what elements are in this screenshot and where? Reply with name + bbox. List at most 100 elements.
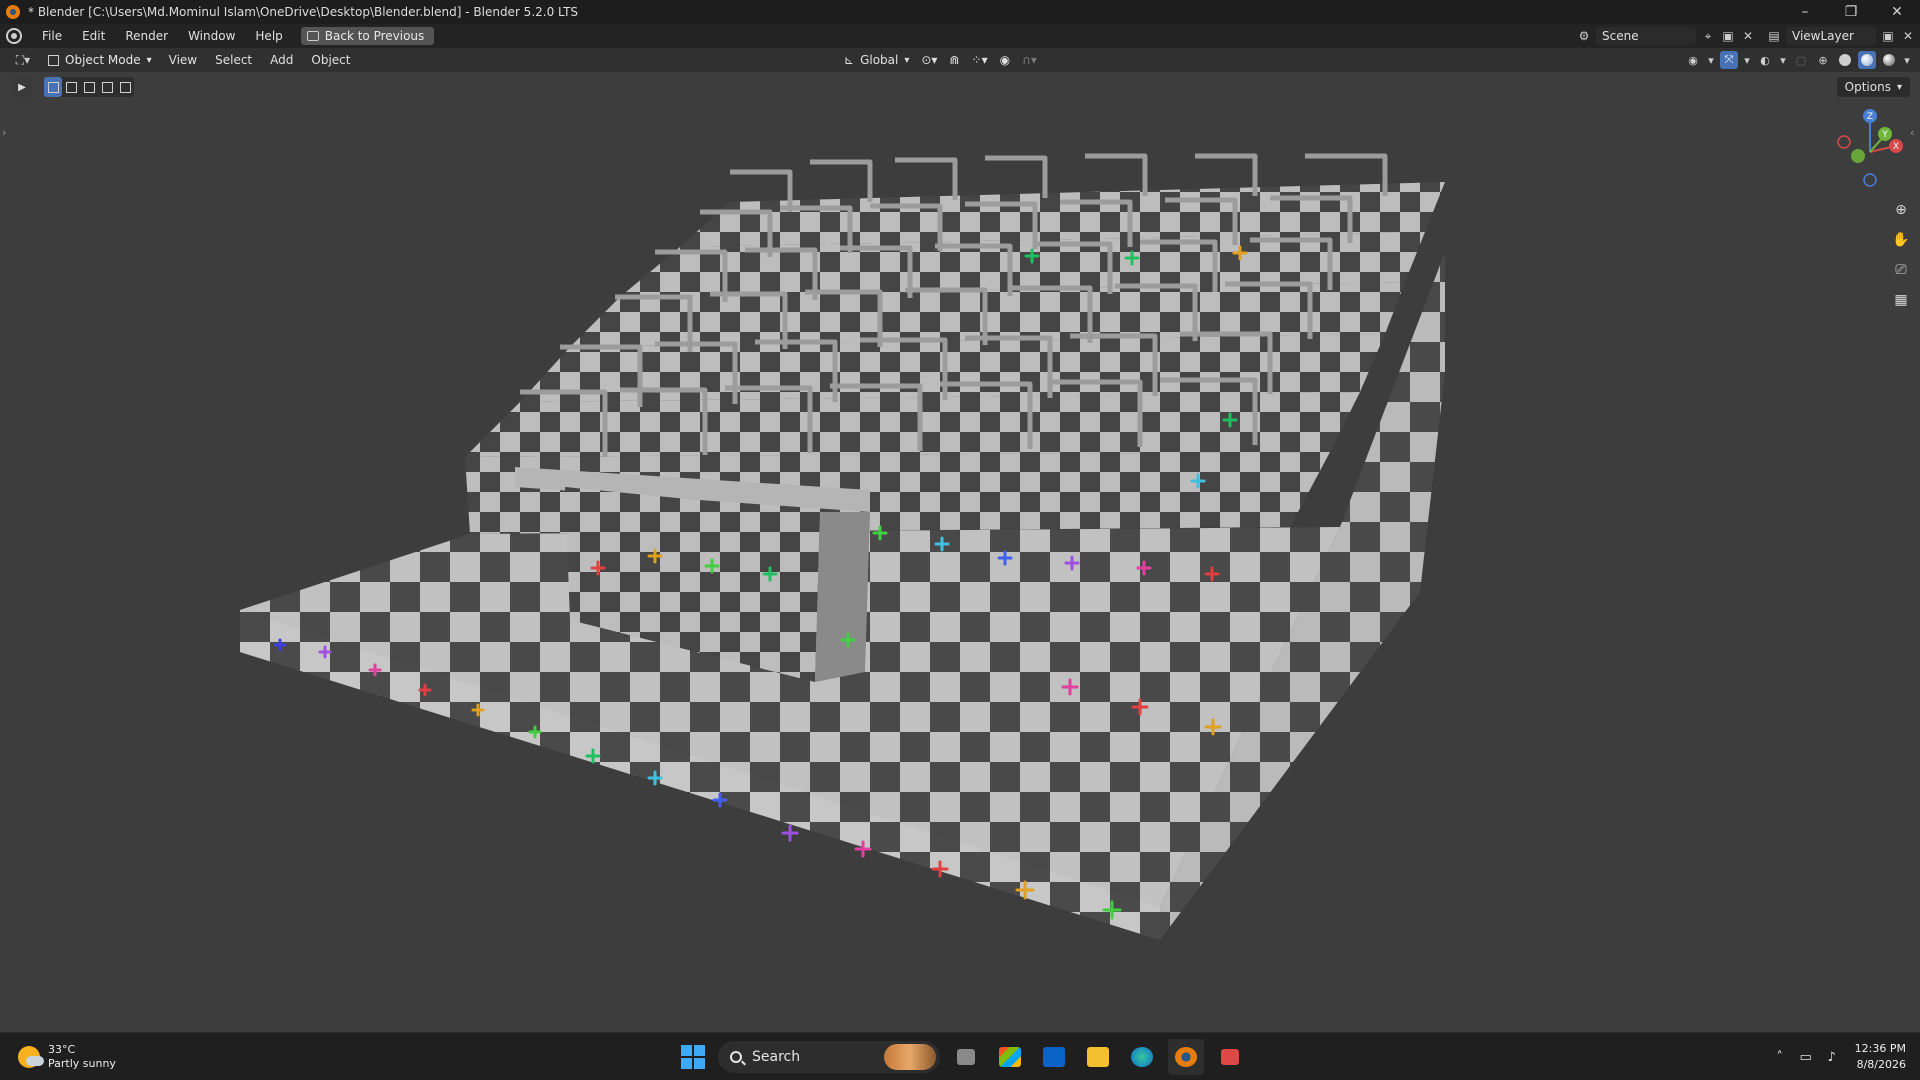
delete-view-layer-icon[interactable]: ✕ [1900,29,1916,43]
snap-target-icon[interactable]: ⁘▾ [966,50,994,70]
weather-description: Partly sunny [48,1057,116,1070]
view-layer-field[interactable]: ViewLayer [1786,27,1876,45]
view-layer-icon[interactable]: ▤ [1766,29,1782,43]
menu-render[interactable]: Render [115,24,178,48]
gizmo-toggle-icon[interactable]: ⤧ [1720,51,1738,69]
wireframe-shading-icon[interactable]: ⊕ [1814,51,1832,69]
overlay-toggle-icon[interactable]: ◐ [1756,51,1774,69]
pan-hand-icon[interactable]: ✋ [1890,229,1912,251]
pivot-point-icon[interactable]: ⊙▾ [915,50,943,70]
transform-tools: ⊾ Global ▾ ⊙▾ ⋒ ⁘▾ ◉ ∩▾ [838,48,1043,72]
proportional-edit-icon[interactable]: ◉ [994,50,1016,70]
select-new-icon[interactable] [44,77,62,97]
options-label: Options [1844,80,1891,94]
delete-scene-icon[interactable]: ✕ [1740,29,1756,43]
perspective-grid-icon[interactable]: ▦ [1890,289,1912,311]
menu-window[interactable]: Window [178,24,245,48]
menu-view[interactable]: View [160,53,206,67]
options-dropdown[interactable]: Options ▾ [1836,77,1910,97]
chevron-down-icon[interactable]: ▾ [1902,51,1912,69]
volume-icon[interactable]: ♪ [1821,1046,1843,1068]
microsoft-store-icon[interactable] [992,1039,1028,1075]
taskbar-apps: Search [676,1039,1248,1075]
file-explorer-icon[interactable] [1080,1039,1116,1075]
3d-viewport[interactable]: › ‹ Z X Y ⊕ ✋ ⎚ ▦ [0,72,1920,1032]
selection-mode-buttons [44,77,134,97]
editor-type-icon[interactable]: ⛶▾ [8,50,38,70]
close-button[interactable]: ✕ [1874,0,1920,24]
pin-icon[interactable]: ⌖ [1700,29,1716,43]
outlook-icon[interactable] [1036,1039,1072,1075]
view-layer-name: ViewLayer [1792,29,1854,43]
solid-shading-icon[interactable] [1836,51,1854,69]
taskbar-search[interactable]: Search [718,1041,940,1073]
visibility-icon[interactable]: ◉ [1684,51,1702,69]
windows-taskbar: 33°C Partly sunny Search ˄ ▭ ♪ 12:36 PM … [0,1032,1920,1080]
clock-time: 12:36 PM [1854,1042,1906,1055]
chevron-down-icon[interactable]: ▾ [1778,51,1788,69]
scene-icon[interactable]: ⚙ [1576,29,1592,43]
blender-logo-icon [6,5,20,19]
minimize-button[interactable]: – [1782,0,1828,24]
scene-render [240,153,1445,940]
transform-orientation-dropdown[interactable]: ⊾ Global ▾ [838,50,915,70]
select-tool-icon[interactable]: ▶ [12,77,32,97]
window-title-bar: * Blender [C:\Users\Md.Mominul Islam\One… [0,0,1920,24]
zoom-icon[interactable]: ⊕ [1890,199,1912,221]
select-intersect-icon[interactable] [116,77,134,97]
menu-file[interactable]: File [32,24,72,48]
menu-edit[interactable]: Edit [72,24,115,48]
edge-browser-icon[interactable] [1124,1039,1160,1075]
blender-taskbar-icon[interactable] [1168,1039,1204,1075]
restore-button[interactable]: ❐ [1828,0,1874,24]
back-to-previous-button[interactable]: Back to Previous [300,27,435,45]
material-preview-shading-icon[interactable] [1858,51,1876,69]
task-view-icon[interactable] [948,1039,984,1075]
top-menu-bar: File Edit Render Window Help Back to Pre… [0,24,1920,48]
system-clock[interactable]: 12:36 PM 8/8/2026 [1855,1041,1906,1073]
back-to-previous-label: Back to Previous [324,29,425,43]
navigation-gizmo[interactable]: Z X Y [1832,106,1908,190]
neg-z-axis-icon[interactable] [1863,173,1877,187]
neg-y-axis-icon[interactable] [1851,149,1865,163]
menu-help[interactable]: Help [245,24,292,48]
chevron-up-icon[interactable]: ˄ [1769,1046,1791,1068]
network-icon[interactable]: ▭ [1795,1046,1817,1068]
weather-widget[interactable]: 33°C Partly sunny [18,1043,116,1071]
x-axis-label: X [1893,142,1899,152]
chevron-down-icon[interactable]: ▾ [1706,51,1716,69]
snipping-tool-icon[interactable] [1212,1039,1248,1075]
viewport-header: ⛶▾ Object Mode ▾ View Select Add Object … [0,48,1920,72]
falloff-icon[interactable]: ∩▾ [1016,50,1043,70]
new-scene-icon[interactable]: ▣ [1720,29,1736,43]
screen-icon [306,31,319,41]
menu-object[interactable]: Object [302,53,359,67]
menu-add[interactable]: Add [261,53,302,67]
rendered-shading-icon[interactable] [1880,51,1898,69]
object-mode-dropdown[interactable]: Object Mode ▾ [44,50,160,70]
xray-toggle-icon[interactable]: ▢ [1792,51,1810,69]
windows-logo-icon [681,1045,692,1056]
toolbar-expand-icon[interactable]: › [2,126,10,142]
new-view-layer-icon[interactable]: ▣ [1880,29,1896,43]
chevron-down-icon[interactable]: ▾ [1742,51,1752,69]
axes-icon: ⊾ [844,53,855,67]
partly-sunny-icon [18,1046,44,1068]
start-button[interactable] [676,1040,710,1074]
select-extend-icon[interactable] [62,77,80,97]
scene-selector-area: ⚙ Scene ⌖ ▣ ✕ ▤ ViewLayer ▣ ✕ [1576,24,1920,48]
blender-menu-icon[interactable] [6,28,22,44]
snap-toggle-icon[interactable]: ⋒ [943,50,965,70]
chevron-down-icon: ▾ [1896,81,1902,93]
scene-name-field[interactable]: Scene [1596,27,1696,45]
select-invert-icon[interactable] [98,77,116,97]
neg-x-axis-icon[interactable] [1837,135,1851,149]
camera-view-icon[interactable]: ⎚ [1890,259,1912,281]
navigation-buttons: ⊕ ✋ ⎚ ▦ [1890,199,1912,311]
menu-select[interactable]: Select [206,53,261,67]
select-subtract-icon[interactable] [80,77,98,97]
viewport-right-tools: ◉ ▾ ⤧ ▾ ◐ ▾ ▢ ⊕ ▾ [1682,48,1914,72]
chevron-down-icon: ▾ [904,54,910,66]
sidebar-expand-icon[interactable]: ‹ [1910,126,1918,142]
search-label: Search [752,1049,801,1065]
